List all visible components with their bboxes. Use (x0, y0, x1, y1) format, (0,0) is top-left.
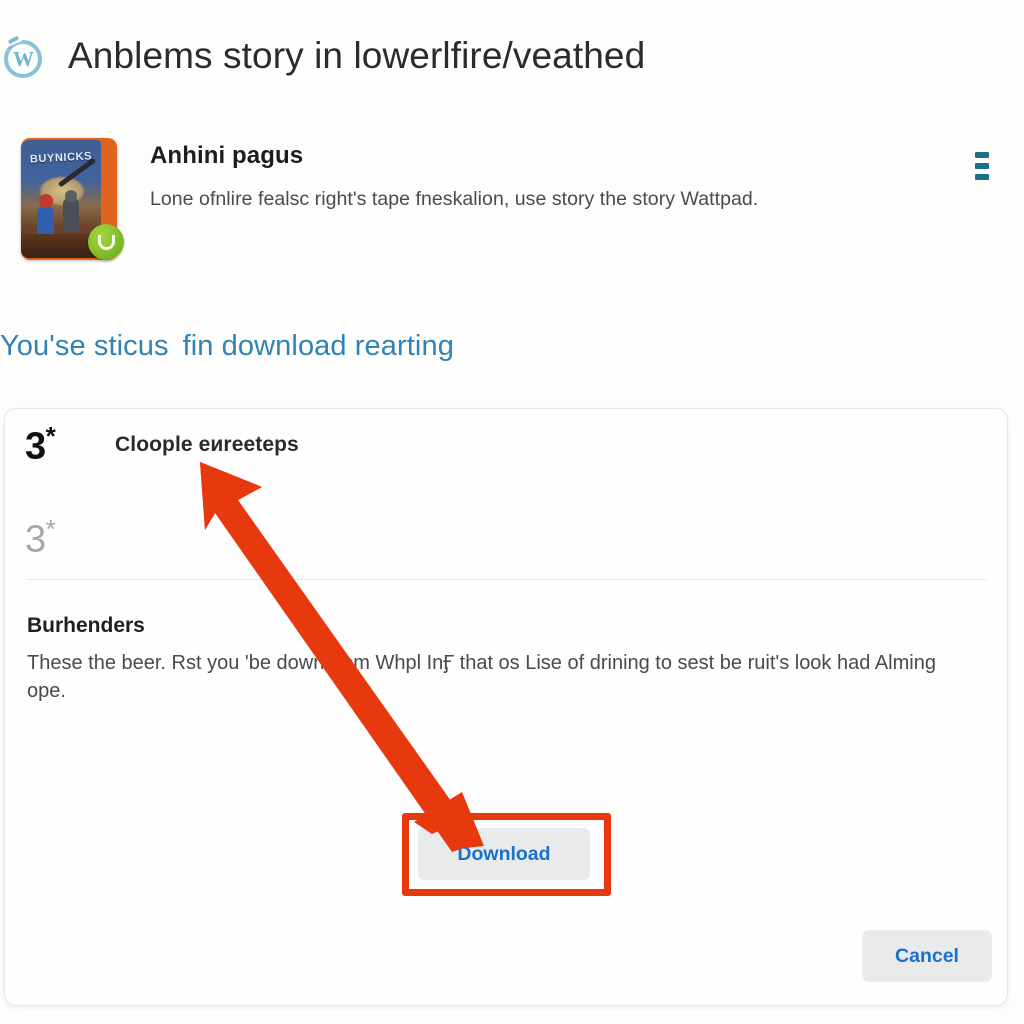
section-body-text: These the beer. Rst you 'be down from Wh… (27, 652, 936, 703)
app-description: Lone ofnlire fealsc right's tape fneskal… (150, 188, 759, 210)
version-primary-value: 3 (25, 425, 46, 468)
link-text-part1: You'se sticus (0, 330, 169, 362)
version-primary-star: * (45, 421, 56, 451)
version-secondary-star: * (45, 513, 56, 544)
link-text-part2: fin download rearting (182, 330, 454, 362)
download-button[interactable]: Download (418, 828, 590, 880)
app-name: Anhini pagus (150, 142, 304, 169)
version-list: 3* 3* (25, 421, 56, 561)
card-divider (27, 579, 987, 580)
book-cover-thumbnail: BUYNICKS (18, 138, 124, 264)
download-rearting-link[interactable]: You'se sticus fin download rearting (0, 330, 454, 363)
app-text-block: Anhini pagus Lone ofnlire fealsc right's… (120, 130, 970, 211)
wattpad-w-circle-icon: W (2, 32, 46, 79)
section-title: Burhenders (27, 614, 145, 637)
card-heading: Cloople еиreeteps (115, 433, 299, 456)
version-secondary[interactable]: 3* (25, 513, 56, 561)
green-check-badge (88, 224, 124, 260)
more-vertical-icon[interactable] (970, 152, 994, 180)
page-header: W Anblems story in lowerlfire/veathed (0, 0, 1024, 112)
version-primary[interactable]: 3* (25, 421, 56, 468)
page-title: Anblems story in lowerlfire/veathed (68, 35, 646, 76)
download-options-card: 3* 3* Cloople еиreeteps Burhenders These… (4, 408, 1008, 1006)
cancel-button[interactable]: Cancel (862, 930, 992, 982)
app-info-row: BUYNICKS Anhini pagus Lone ofnlire feals… (0, 130, 1024, 264)
version-secondary-value: 3 (25, 518, 46, 561)
